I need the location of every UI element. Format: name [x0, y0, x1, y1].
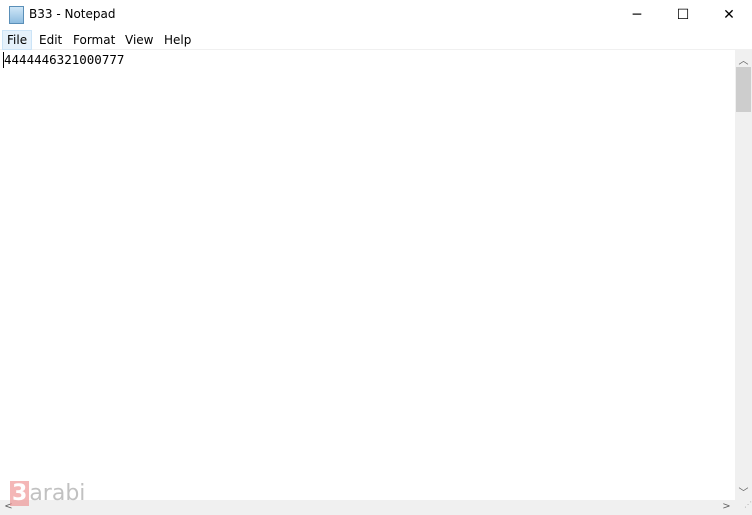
scroll-right-icon[interactable]: >: [718, 501, 735, 512]
menu-file[interactable]: File: [2, 30, 33, 50]
menu-view[interactable]: View: [121, 31, 157, 49]
editor-content: 4444446321000777: [4, 52, 125, 67]
text-editor[interactable]: 4444446321000777: [0, 50, 735, 500]
title-bar: B33 - Notepad ─ ☐ ✕: [0, 0, 752, 30]
notepad-icon: [9, 6, 24, 24]
menu-edit[interactable]: Edit: [35, 31, 66, 49]
watermark-logo: 3arabi: [10, 481, 86, 506]
scroll-up-icon[interactable]: ︿: [735, 52, 752, 67]
vertical-scroll-thumb[interactable]: [736, 67, 751, 112]
vertical-scrollbar[interactable]: ︿ ﹀: [735, 50, 752, 500]
maximize-button[interactable]: ☐: [660, 0, 706, 30]
resize-grip-icon[interactable]: ⋰: [735, 500, 752, 515]
menu-format[interactable]: Format: [69, 31, 119, 49]
close-button[interactable]: ✕: [706, 0, 752, 30]
minimize-button[interactable]: ─: [614, 0, 660, 30]
window-title: B33 - Notepad: [29, 7, 116, 21]
horizontal-scrollbar[interactable]: < >: [0, 500, 735, 515]
menu-help[interactable]: Help: [160, 31, 195, 49]
menu-bar: File Edit Format View Help: [0, 30, 752, 50]
scroll-down-icon[interactable]: ﹀: [735, 484, 752, 499]
